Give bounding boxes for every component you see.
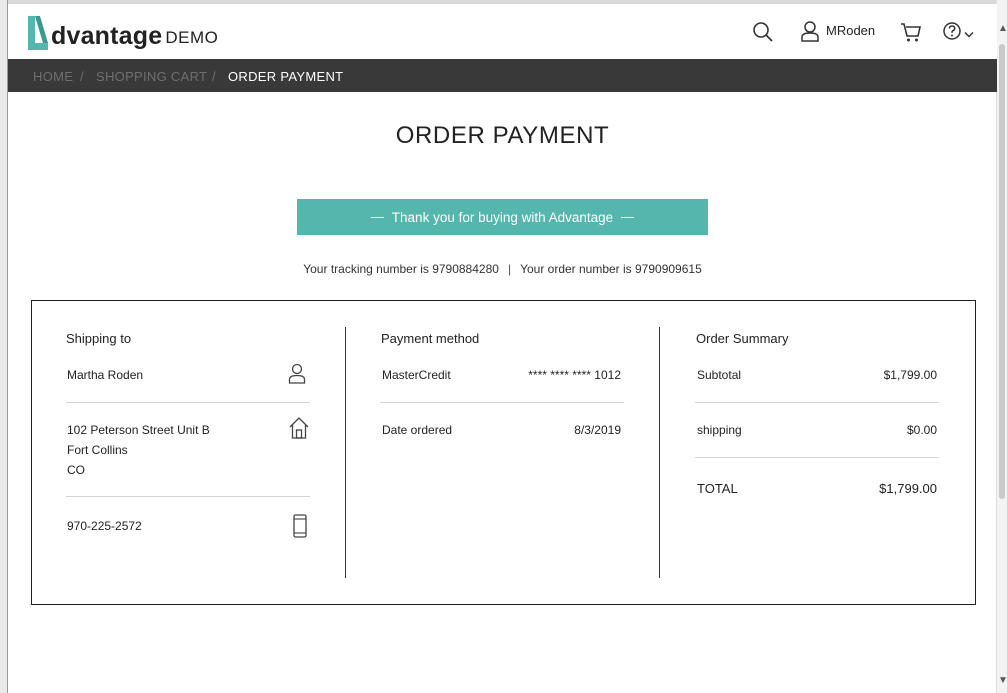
site-header: dvantage DEMO MRoden [8,4,997,59]
logo-demo-text: DEMO [165,28,219,47]
breadcrumb: HOME / SHOPPING CART / ORDER PAYMENT [8,59,997,92]
help-icon[interactable] [942,21,962,46]
date-ordered-label: Date ordered [382,423,453,437]
divider [380,402,624,403]
column-divider [659,327,660,578]
payment-heading: Payment method [381,331,480,346]
divider [695,457,939,458]
subtotal-value: $1,799.00 [883,368,937,382]
tracking-separator: | [507,262,512,276]
shipping-address-line2: Fort Collins [67,443,128,457]
shipping-heading: Shipping to [66,331,132,346]
page-title: ORDER PAYMENT [395,122,610,149]
user-name[interactable]: MRoden [826,23,875,38]
tracking-info: Your tracking number is 9790884280 | Your … [8,262,997,276]
phone-icon [293,514,307,543]
payment-method-name: MasterCredit [382,368,451,382]
chevron-down-icon[interactable] [964,26,974,44]
search-icon[interactable] [752,21,774,48]
breadcrumb-separator: / [212,69,216,84]
dash-decoration [621,216,635,218]
total-value: $1,799.00 [879,481,937,496]
order-details-box: Shipping to Martha Roden 102 Peterson St… [31,300,976,605]
thank-you-message: Thank you for buying with Advantage [391,209,614,225]
scrollbar[interactable]: ▲ ▼ [996,0,1007,693]
column-divider [345,327,346,578]
logo-text: dvantage [51,22,163,50]
card-number: **** **** **** 1012 [528,368,621,382]
divider [66,496,310,497]
thank-you-banner: Thank you for buying with Advantage [297,199,708,235]
dash-decoration [370,216,384,218]
breadcrumb-current: ORDER PAYMENT [228,69,344,84]
shipping-cost-label: shipping [697,423,742,437]
scrollbar-thumb[interactable] [999,44,1005,499]
total-label: TOTAL [697,481,738,496]
logo-mark-icon [28,16,48,50]
shipping-cost-value: $0.00 [906,423,937,437]
shipping-phone: 970-225-2572 [67,519,142,533]
logo[interactable]: dvantage DEMO [27,14,218,50]
home-icon [288,416,310,445]
breadcrumb-home[interactable]: HOME [33,69,73,84]
scroll-down-arrow-icon[interactable]: ▼ [998,676,1007,686]
order-summary-heading: Order Summary [696,331,789,346]
scroll-up-arrow-icon[interactable]: ▲ [998,24,1007,34]
shipping-address-line1: 102 Peterson Street Unit B [67,423,210,437]
divider [695,402,939,403]
cart-icon[interactable] [900,21,922,48]
window-left-edge [0,0,8,693]
shipping-address-line3: CO [67,463,85,477]
shipping-name: Martha Roden [67,368,144,382]
breadcrumb-separator: / [80,69,84,84]
tracking-number-text: Your tracking number is 9790884280 [303,262,499,276]
user-icon [287,362,307,389]
user-icon[interactable] [800,20,820,47]
order-number-text: Your order number is 9790909615 [520,262,702,276]
divider [66,402,310,403]
breadcrumb-shopping-cart[interactable]: SHOPPING CART [96,69,207,84]
date-ordered-value: 8/3/2019 [574,423,621,437]
subtotal-label: Subtotal [697,368,742,382]
